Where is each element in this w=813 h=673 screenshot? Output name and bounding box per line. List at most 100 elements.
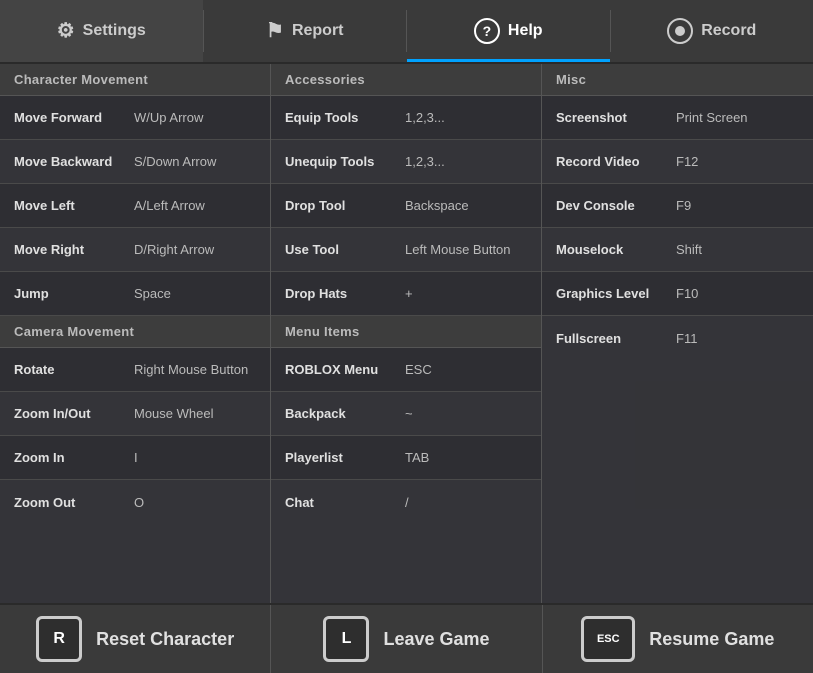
row-fullscreen: Fullscreen F11 — [542, 316, 813, 360]
bottom-bar: R Reset Character L Leave Game ESC Resum… — [0, 603, 813, 673]
record-icon — [667, 18, 693, 44]
report-icon: ⚑ — [266, 21, 284, 41]
row-chat: Chat / — [271, 480, 541, 524]
nav-report-label: Report — [292, 22, 344, 40]
graphics-level-label: Graphics Level — [556, 286, 676, 301]
drop-hats-label: Drop Hats — [285, 286, 405, 301]
reset-character-button[interactable]: R Reset Character — [0, 605, 271, 673]
help-icon: ? — [474, 18, 500, 44]
resume-game-label: Resume Game — [649, 629, 774, 650]
row-move-left: Move Left A/Left Arrow — [0, 184, 270, 228]
dev-console-binding: F9 — [676, 198, 691, 213]
drop-tool-label: Drop Tool — [285, 198, 405, 213]
equip-tools-binding: 1,2,3... — [405, 110, 445, 125]
row-backpack: Backpack ~ — [271, 392, 541, 436]
misc-header: Misc — [542, 64, 813, 96]
move-forward-binding: W/Up Arrow — [134, 110, 203, 125]
roblox-menu-binding: ESC — [405, 362, 432, 377]
jump-label: Jump — [14, 286, 134, 301]
row-mouselock: Mouselock Shift — [542, 228, 813, 272]
row-equip-tools: Equip Tools 1,2,3... — [271, 96, 541, 140]
playerlist-label: Playerlist — [285, 450, 405, 465]
drop-hats-binding: + — [405, 286, 413, 301]
backpack-binding: ~ — [405, 406, 413, 421]
dev-console-label: Dev Console — [556, 198, 676, 213]
mouselock-binding: Shift — [676, 242, 702, 257]
zoom-in-label: Zoom In — [14, 450, 134, 465]
unequip-tools-label: Unequip Tools — [285, 154, 405, 169]
row-roblox-menu: ROBLOX Menu ESC — [271, 348, 541, 392]
zoom-inout-binding: Mouse Wheel — [134, 406, 213, 421]
leave-game-label: Leave Game — [383, 629, 489, 650]
row-move-right: Move Right D/Right Arrow — [0, 228, 270, 272]
row-drop-hats: Drop Hats + — [271, 272, 541, 316]
record-video-label: Record Video — [556, 154, 676, 169]
screenshot-binding: Print Screen — [676, 110, 748, 125]
row-jump: Jump Space — [0, 272, 270, 316]
use-tool-label: Use Tool — [285, 242, 405, 257]
zoom-inout-label: Zoom In/Out — [14, 406, 134, 421]
equip-tools-label: Equip Tools — [285, 110, 405, 125]
zoom-out-label: Zoom Out — [14, 495, 134, 510]
backpack-label: Backpack — [285, 406, 405, 421]
row-record-video: Record Video F12 — [542, 140, 813, 184]
jump-binding: Space — [134, 286, 171, 301]
char-movement-header: Character Movement — [0, 64, 270, 96]
zoom-out-binding: O — [134, 495, 144, 510]
nav-help-label: Help — [508, 22, 543, 40]
left-section: Character Movement Move Forward W/Up Arr… — [0, 64, 271, 603]
drop-tool-binding: Backspace — [405, 198, 469, 213]
resume-game-button[interactable]: ESC Resume Game — [543, 605, 813, 673]
main-content: Character Movement Move Forward W/Up Arr… — [0, 64, 813, 603]
playerlist-binding: TAB — [405, 450, 429, 465]
row-move-backward: Move Backward S/Down Arrow — [0, 140, 270, 184]
right-section: Misc Screenshot Print Screen Record Vide… — [542, 64, 813, 603]
middle-section: Accessories Equip Tools 1,2,3... Unequip… — [271, 64, 542, 603]
graphics-level-binding: F10 — [676, 286, 698, 301]
settings-icon: ⚙ — [57, 21, 75, 41]
fullscreen-label: Fullscreen — [556, 331, 676, 346]
move-right-binding: D/Right Arrow — [134, 242, 214, 257]
row-dev-console: Dev Console F9 — [542, 184, 813, 228]
chat-label: Chat — [285, 495, 405, 510]
use-tool-binding: Left Mouse Button — [405, 242, 511, 257]
row-graphics-level: Graphics Level F10 — [542, 272, 813, 316]
row-use-tool: Use Tool Left Mouse Button — [271, 228, 541, 272]
menu-items-header: Menu Items — [271, 316, 541, 348]
row-playerlist: Playerlist TAB — [271, 436, 541, 480]
move-backward-label: Move Backward — [14, 154, 134, 169]
fullscreen-binding: F11 — [676, 331, 697, 346]
mouselock-label: Mouselock — [556, 242, 676, 257]
top-nav: ⚙ Settings ⚑ Report ? Help Record — [0, 0, 813, 64]
nav-help[interactable]: ? Help — [407, 0, 610, 62]
accessories-header: Accessories — [271, 64, 541, 96]
row-zoom-inout: Zoom In/Out Mouse Wheel — [0, 392, 270, 436]
row-move-forward: Move Forward W/Up Arrow — [0, 96, 270, 140]
nav-report[interactable]: ⚑ Report — [204, 0, 407, 62]
record-video-binding: F12 — [676, 154, 698, 169]
nav-settings-label: Settings — [83, 22, 146, 40]
move-forward-label: Move Forward — [14, 110, 134, 125]
row-drop-tool: Drop Tool Backspace — [271, 184, 541, 228]
rotate-binding: Right Mouse Button — [134, 362, 248, 377]
leave-game-button[interactable]: L Leave Game — [271, 605, 542, 673]
reset-key-badge: R — [36, 616, 82, 662]
row-unequip-tools: Unequip Tools 1,2,3... — [271, 140, 541, 184]
nav-record-label: Record — [701, 22, 756, 40]
row-zoom-out: Zoom Out O — [0, 480, 270, 524]
camera-movement-header: Camera Movement — [0, 316, 270, 348]
chat-binding: / — [405, 495, 409, 510]
rotate-label: Rotate — [14, 362, 134, 377]
reset-character-label: Reset Character — [96, 629, 234, 650]
move-backward-binding: S/Down Arrow — [134, 154, 216, 169]
roblox-menu-label: ROBLOX Menu — [285, 362, 405, 377]
move-right-label: Move Right — [14, 242, 134, 257]
nav-record[interactable]: Record — [611, 0, 813, 62]
row-zoom-in: Zoom In I — [0, 436, 270, 480]
move-left-binding: A/Left Arrow — [134, 198, 205, 213]
screenshot-label: Screenshot — [556, 110, 676, 125]
resume-key-badge: ESC — [581, 616, 635, 662]
move-left-label: Move Left — [14, 198, 134, 213]
unequip-tools-binding: 1,2,3... — [405, 154, 445, 169]
nav-settings[interactable]: ⚙ Settings — [0, 0, 203, 62]
